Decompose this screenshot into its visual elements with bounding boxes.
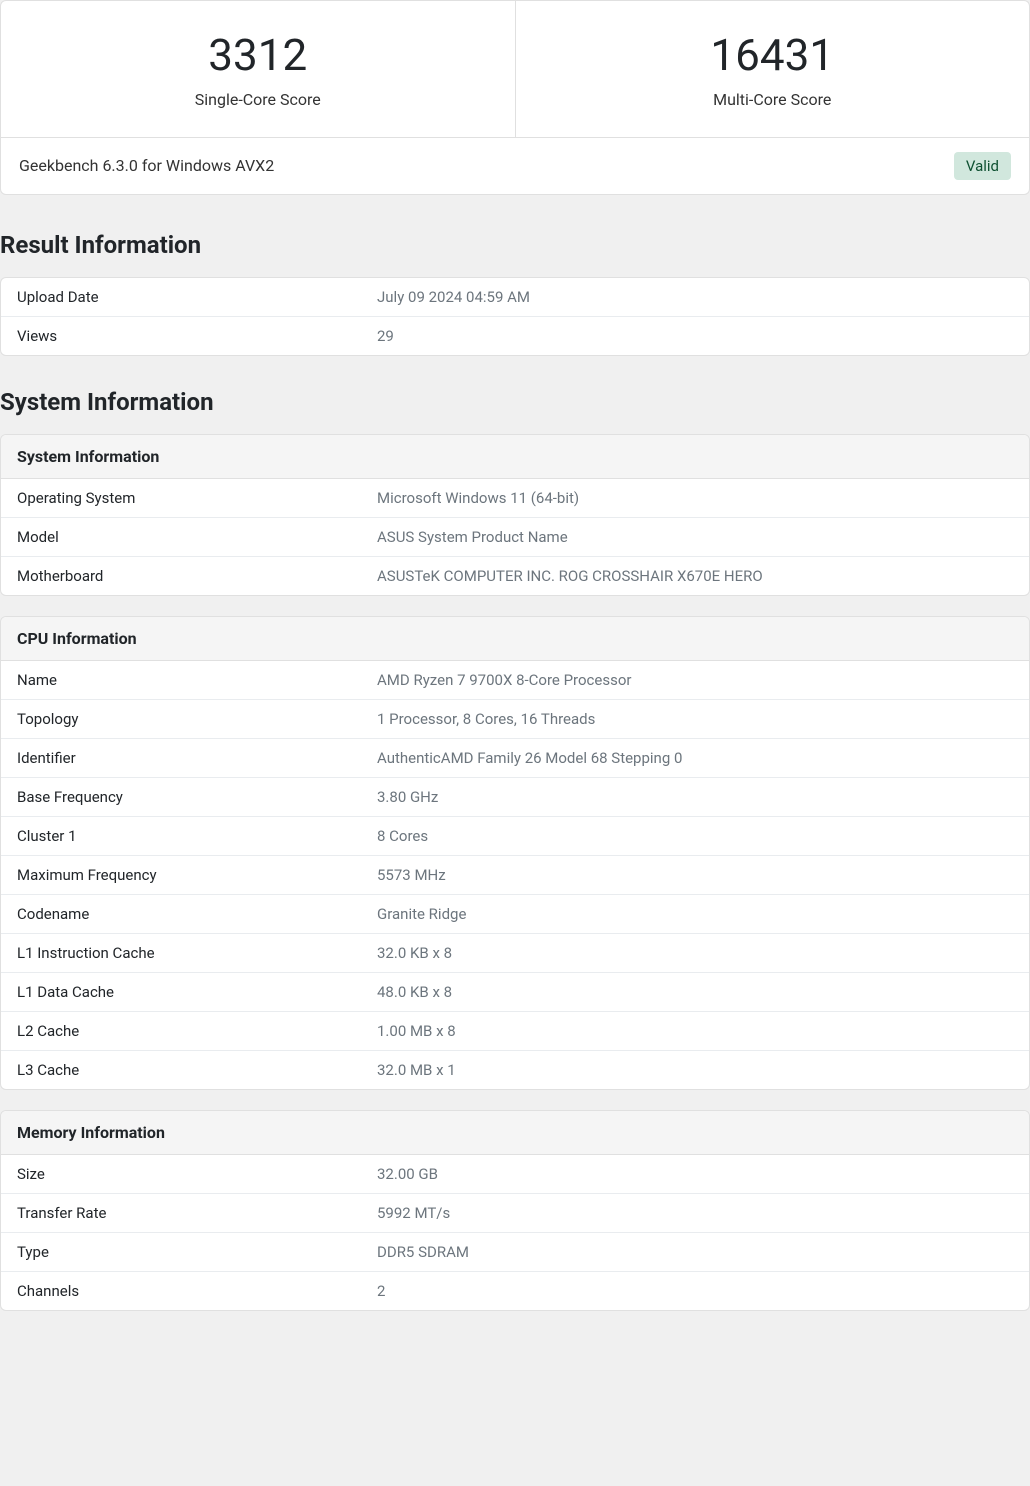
row-value: 5573 MHz (361, 856, 1029, 895)
table-row: Maximum Frequency 5573 MHz (1, 856, 1029, 895)
single-core-score-label: Single-Core Score (21, 90, 495, 109)
row-value: 32.0 MB x 1 (361, 1051, 1029, 1089)
table-row: Transfer Rate 5992 MT/s (1, 1194, 1029, 1233)
version-bar: Geekbench 6.3.0 for Windows AVX2 Valid (0, 138, 1030, 195)
row-value: 48.0 KB x 8 (361, 973, 1029, 1012)
row-label: Motherboard (1, 557, 361, 595)
row-label: Codename (1, 895, 361, 934)
table-row: Topology 1 Processor, 8 Cores, 16 Thread… (1, 700, 1029, 739)
table-row: Identifier AuthenticAMD Family 26 Model … (1, 739, 1029, 778)
row-label: Size (1, 1155, 361, 1194)
row-label: Identifier (1, 739, 361, 778)
scores-panel: 3312 Single-Core Score 16431 Multi-Core … (0, 0, 1030, 138)
table-row: Views 29 (1, 317, 1029, 355)
row-value: 3.80 GHz (361, 778, 1029, 817)
row-label: Name (1, 661, 361, 700)
table-row: Name AMD Ryzen 7 9700X 8-Core Processor (1, 661, 1029, 700)
row-label: Channels (1, 1272, 361, 1310)
table-row: Type DDR5 SDRAM (1, 1233, 1029, 1272)
row-label: Transfer Rate (1, 1194, 361, 1233)
row-value: ASUS System Product Name (361, 518, 1029, 557)
row-label: Views (1, 317, 361, 355)
result-information-table: Upload Date July 09 2024 04:59 AM Views … (0, 277, 1030, 356)
memory-information-table: Memory Information Size 32.00 GB Transfe… (0, 1110, 1030, 1311)
table-row: L3 Cache 32.0 MB x 1 (1, 1051, 1029, 1089)
table-header: Memory Information (1, 1111, 1029, 1155)
table-row: Base Frequency 3.80 GHz (1, 778, 1029, 817)
multi-core-score-box: 16431 Multi-Core Score (516, 1, 1030, 137)
row-label: Cluster 1 (1, 817, 361, 856)
row-value: ASUSTeK COMPUTER INC. ROG CROSSHAIR X670… (361, 557, 1029, 595)
table-header: System Information (1, 435, 1029, 479)
table-header: CPU Information (1, 617, 1029, 661)
row-label: Upload Date (1, 278, 361, 317)
row-label: L1 Instruction Cache (1, 934, 361, 973)
row-value: DDR5 SDRAM (361, 1233, 1029, 1272)
row-label: Model (1, 518, 361, 557)
row-value: AuthenticAMD Family 26 Model 68 Stepping… (361, 739, 1029, 778)
single-core-score-value: 3312 (21, 29, 495, 82)
row-label: L2 Cache (1, 1012, 361, 1051)
version-text: Geekbench 6.3.0 for Windows AVX2 (19, 156, 274, 175)
system-information-table: System Information Operating System Micr… (0, 434, 1030, 596)
row-value: AMD Ryzen 7 9700X 8-Core Processor (361, 661, 1029, 700)
row-value: 32.0 KB x 8 (361, 934, 1029, 973)
multi-core-score-label: Multi-Core Score (536, 90, 1010, 109)
multi-core-score-value: 16431 (536, 29, 1010, 82)
table-row: Model ASUS System Product Name (1, 518, 1029, 557)
row-value: 2 (361, 1272, 1029, 1310)
row-label: L1 Data Cache (1, 973, 361, 1012)
cpu-information-table: CPU Information Name AMD Ryzen 7 9700X 8… (0, 616, 1030, 1090)
table-row: Channels 2 (1, 1272, 1029, 1310)
row-label: L3 Cache (1, 1051, 361, 1089)
system-information-heading: System Information (0, 388, 1030, 416)
row-label: Type (1, 1233, 361, 1272)
row-label: Topology (1, 700, 361, 739)
row-value: 1 Processor, 8 Cores, 16 Threads (361, 700, 1029, 739)
row-value: Granite Ridge (361, 895, 1029, 934)
valid-badge: Valid (954, 152, 1011, 180)
row-value: 29 (361, 317, 1029, 355)
single-core-score-box: 3312 Single-Core Score (1, 1, 516, 137)
row-value: 32.00 GB (361, 1155, 1029, 1194)
table-row: Codename Granite Ridge (1, 895, 1029, 934)
table-row: Cluster 1 8 Cores (1, 817, 1029, 856)
row-value: Microsoft Windows 11 (64-bit) (361, 479, 1029, 518)
row-value: 5992 MT/s (361, 1194, 1029, 1233)
table-row: L1 Instruction Cache 32.0 KB x 8 (1, 934, 1029, 973)
row-value: July 09 2024 04:59 AM (361, 278, 1029, 317)
row-value: 8 Cores (361, 817, 1029, 856)
table-row: L1 Data Cache 48.0 KB x 8 (1, 973, 1029, 1012)
row-label: Base Frequency (1, 778, 361, 817)
table-row: Size 32.00 GB (1, 1155, 1029, 1194)
row-label: Operating System (1, 479, 361, 518)
row-value: 1.00 MB x 8 (361, 1012, 1029, 1051)
table-row: Motherboard ASUSTeK COMPUTER INC. ROG CR… (1, 557, 1029, 595)
table-row: Upload Date July 09 2024 04:59 AM (1, 278, 1029, 317)
row-label: Maximum Frequency (1, 856, 361, 895)
table-row: L2 Cache 1.00 MB x 8 (1, 1012, 1029, 1051)
result-information-heading: Result Information (0, 231, 1030, 259)
table-row: Operating System Microsoft Windows 11 (6… (1, 479, 1029, 518)
